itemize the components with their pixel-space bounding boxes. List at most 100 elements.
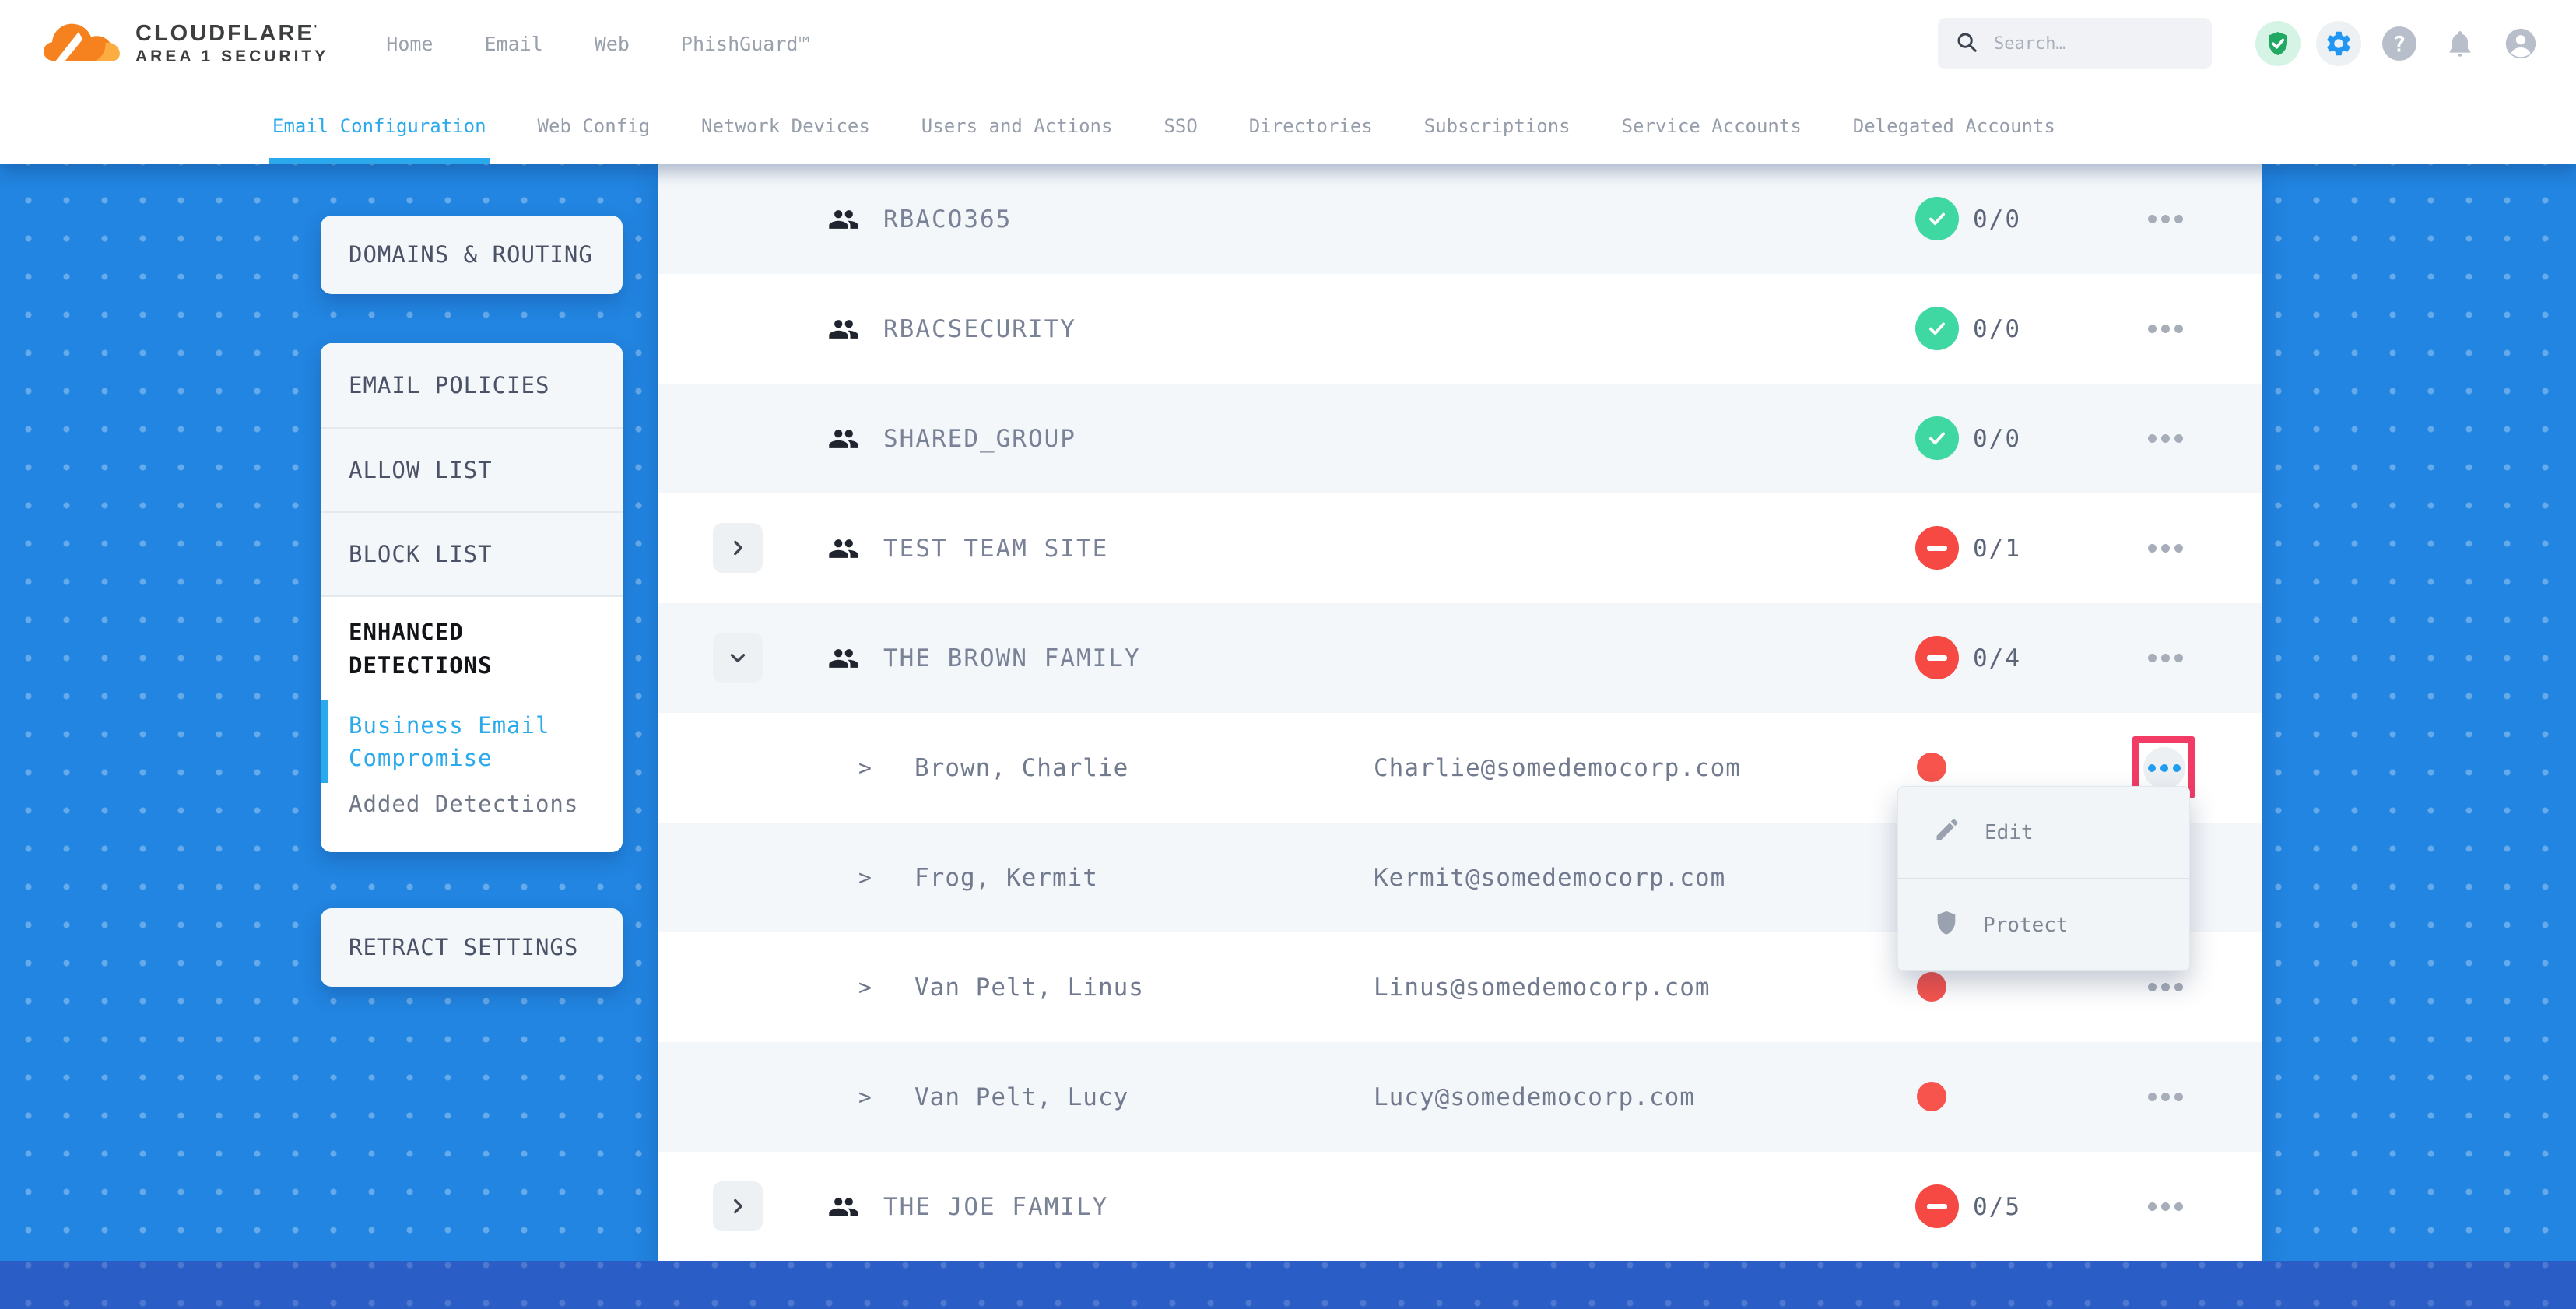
expand-toggle-button[interactable] <box>713 633 763 683</box>
subnav-tab[interactable]: Web Config <box>538 87 651 164</box>
group-icon <box>827 603 860 713</box>
sidebar-card-policies: EMAIL POLICIES ALLOW LIST BLOCK LIST ENH… <box>321 343 623 852</box>
group-name: SHARED_GROUP <box>883 384 1076 493</box>
pencil-icon <box>1933 816 1961 849</box>
search-input[interactable] <box>1992 33 2182 54</box>
subnav-tab[interactable]: Users and Actions <box>921 87 1113 164</box>
group-name: THE BROWN FAMILY <box>883 603 1141 713</box>
shield-check-icon[interactable] <box>2255 21 2301 66</box>
row-menu-button[interactable] <box>2148 384 2183 493</box>
sidebar-item[interactable]: BLOCK LIST <box>321 511 623 595</box>
footer-strip <box>0 1261 2576 1309</box>
group-icon <box>827 274 860 384</box>
subnav: Email Configuration Web Config Network D… <box>0 87 2576 164</box>
flag-dot <box>1917 1082 1946 1111</box>
member-name: Brown, Charlie <box>914 713 1128 823</box>
subnav-tab[interactable]: Service Accounts <box>1622 87 1802 164</box>
protection-count: 0/1 <box>1973 493 2021 603</box>
row-menu-button[interactable] <box>2148 493 2183 603</box>
sidebar-item[interactable]: ALLOW LIST <box>321 427 623 511</box>
brand-subtitle: AREA 1 SECURITY <box>135 48 328 65</box>
group-icon <box>827 384 860 493</box>
subnav-tab[interactable]: Subscriptions <box>1424 87 1571 164</box>
top-nav: Home Email Web PhishGuard™ <box>386 33 809 55</box>
sidebar-item[interactable]: Business Email Compromise <box>321 700 623 783</box>
group-name: RBACO365 <box>883 164 1012 274</box>
search-icon <box>1955 30 1978 57</box>
member-arrow-icon: > <box>858 713 872 823</box>
sidebar-item[interactable]: EMAIL POLICIES <box>321 343 623 427</box>
row-menu-button[interactable] <box>2148 164 2183 274</box>
member-email: Charlie@somedemocorp.com <box>1374 713 1741 823</box>
table-row: THE JOE FAMILY 0/5 <box>658 1152 2262 1262</box>
sidebar-item[interactable]: RETRACT SETTINGS <box>321 908 623 987</box>
brand-name: CLOUDFLARE' <box>135 22 328 45</box>
protection-count: 0/5 <box>1973 1152 2021 1262</box>
sidebar-item[interactable]: ENHANCED DETECTIONS <box>321 595 623 700</box>
subnav-tab[interactable]: SSO <box>1163 87 1197 164</box>
table-row: THE BROWN FAMILY 0/4 <box>658 603 2262 713</box>
member-arrow-icon: > <box>858 1042 872 1152</box>
top-nav-link[interactable]: Web <box>595 33 630 55</box>
group-table: RBACO365 0/0 <box>658 164 2262 1262</box>
member-arrow-icon: > <box>858 932 872 1042</box>
sidebar-card-domains: DOMAINS & ROUTING <box>321 216 623 294</box>
group-icon <box>827 164 860 274</box>
table-row: TEST TEAM SITE 0/1 <box>658 493 2262 603</box>
help-icon[interactable]: ? <box>2377 21 2422 66</box>
member-email: Kermit@somedemocorp.com <box>1374 823 1725 932</box>
top-nav-link[interactable]: PhishGuard™ <box>681 33 810 55</box>
status-blocked-badge <box>1915 636 1959 679</box>
member-name: Frog, Kermit <box>914 823 1098 932</box>
group-icon <box>827 1152 860 1262</box>
protection-count: 0/0 <box>1973 384 2021 493</box>
page-body: DOMAINS & ROUTING EMAIL POLICIES ALLOW L… <box>0 164 2576 1309</box>
member-email: Linus@somedemocorp.com <box>1374 932 1711 1042</box>
group-name: THE JOE FAMILY <box>883 1152 1108 1262</box>
row-actions-menu: Edit Protect <box>1897 786 2190 971</box>
expand-toggle-button[interactable] <box>713 523 763 573</box>
member-arrow-icon: > <box>858 823 872 932</box>
notifications-bell-icon[interactable] <box>2437 21 2483 66</box>
cloudflare-logo[interactable]: CLOUDFLARE' AREA 1 SECURITY <box>44 20 328 67</box>
group-name: TEST TEAM SITE <box>883 493 1108 603</box>
status-ok-badge <box>1915 416 1959 460</box>
subnav-tab[interactable]: Network Devices <box>701 87 870 164</box>
top-nav-link[interactable]: Email <box>484 33 542 55</box>
member-name: Van Pelt, Linus <box>914 932 1144 1042</box>
expand-toggle-button[interactable] <box>713 1181 763 1231</box>
settings-gear-icon[interactable] <box>2316 21 2361 66</box>
status-ok-badge <box>1915 307 1959 350</box>
menu-item[interactable]: Edit <box>1898 787 2189 878</box>
table-row: > Van Pelt, Lucy Lucy@somedemocorp.com <box>658 1042 2262 1152</box>
header: CLOUDFLARE' AREA 1 SECURITY Home Email W… <box>0 0 2576 87</box>
sidebar-item[interactable]: Added Detections <box>321 783 623 852</box>
table-row: SHARED_GROUP 0/0 <box>658 384 2262 493</box>
protection-count: 0/0 <box>1973 164 2021 274</box>
flag-dot <box>1917 972 1946 1002</box>
sidebar-card-retract: RETRACT SETTINGS <box>321 908 623 987</box>
status-blocked-badge <box>1915 1184 1959 1228</box>
subnav-tab[interactable]: Directories <box>1249 87 1373 164</box>
group-name: RBACSECURITY <box>883 274 1076 384</box>
row-menu-button[interactable] <box>2148 603 2183 713</box>
search-box[interactable] <box>1938 18 2212 69</box>
subnav-tab[interactable]: Delegated Accounts <box>1853 87 2055 164</box>
top-nav-link[interactable]: Home <box>386 33 433 55</box>
protection-count: 0/0 <box>1973 274 2021 384</box>
row-menu-button[interactable] <box>2148 274 2183 384</box>
protection-count: 0/4 <box>1973 603 2021 713</box>
app-window: CLOUDFLARE' AREA 1 SECURITY Home Email W… <box>0 0 2576 1309</box>
group-icon <box>827 493 860 603</box>
menu-item-label: Edit <box>1985 821 2034 844</box>
status-blocked-badge <box>1915 526 1959 570</box>
cloudflare-cloud-icon <box>44 20 125 67</box>
user-avatar-icon[interactable] <box>2498 21 2543 66</box>
row-menu-button[interactable] <box>2148 1042 2183 1152</box>
member-name: Van Pelt, Lucy <box>914 1042 1128 1152</box>
row-menu-button[interactable] <box>2148 1152 2183 1262</box>
menu-item[interactable]: Protect <box>1898 878 2189 970</box>
sidebar-item[interactable]: DOMAINS & ROUTING <box>321 216 623 294</box>
subnav-tab[interactable]: Email Configuration <box>272 87 486 164</box>
flag-dot <box>1917 753 1946 782</box>
